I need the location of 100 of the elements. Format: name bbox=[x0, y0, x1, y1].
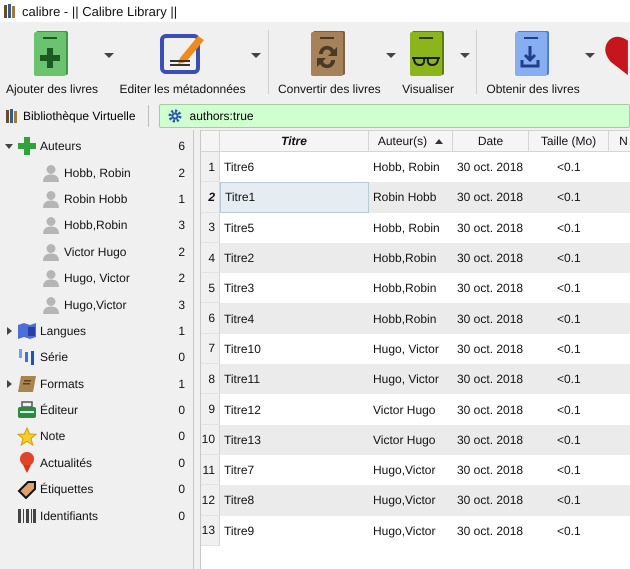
item-count: 2 bbox=[178, 166, 185, 180]
sidebar-item[interactable]: Hugo,Victor 3 bbox=[0, 291, 193, 318]
person-icon bbox=[42, 216, 60, 234]
row-number: 13 bbox=[201, 516, 220, 546]
item-count: 0 bbox=[178, 429, 185, 444]
table-cell-text: <0.1 bbox=[556, 220, 582, 237]
column-header[interactable]: Titre bbox=[220, 131, 369, 151]
sidebar-item[interactable]: Actualités 0 bbox=[0, 450, 193, 476]
sidebar-item[interactable]: Série 0 bbox=[0, 344, 193, 371]
book-glasses-icon bbox=[410, 30, 446, 76]
category-label: Étiquettes bbox=[40, 482, 94, 496]
item-count: 1 bbox=[178, 324, 185, 338]
table-cell-text: Titre11 bbox=[223, 371, 262, 388]
row-number: 2 bbox=[201, 182, 220, 213]
sidebar-item[interactable]: Étiquettes 0 bbox=[0, 476, 193, 502]
collapsed-arrow-icon[interactable] bbox=[6, 326, 12, 335]
sidebar-item[interactable]: Formats 1 bbox=[0, 370, 193, 397]
toolbar-button[interactable]: Visualiser bbox=[398, 22, 458, 102]
table-cell-text: 30 oct. 2018 bbox=[456, 159, 524, 176]
person-icon bbox=[42, 164, 60, 182]
row-number: 12 bbox=[201, 485, 220, 516]
caret-icon[interactable] bbox=[460, 52, 470, 58]
item-count: 2 bbox=[178, 244, 185, 259]
sidebar-item[interactable]: Éditeur 0 bbox=[0, 396, 193, 424]
table-cell-text: <0.1 bbox=[556, 371, 582, 388]
sidebar-item[interactable]: Note 0 bbox=[0, 423, 193, 450]
item-count: 0 bbox=[178, 508, 185, 523]
book-icon bbox=[17, 374, 37, 393]
caret-icon[interactable] bbox=[104, 52, 114, 58]
table-cell-text: Titre9 bbox=[223, 522, 256, 540]
table-cell-text: Robin Hobb bbox=[372, 189, 438, 206]
table-cell-text: Titre2 bbox=[223, 250, 256, 268]
books-icon bbox=[6, 109, 18, 123]
sidebar-item[interactable]: Hobb, Robin 2 bbox=[0, 159, 193, 186]
column-header[interactable]: N bbox=[609, 131, 630, 151]
person-icon bbox=[42, 269, 60, 288]
collapsed-arrow-icon[interactable] bbox=[6, 380, 12, 388]
category-label: Éditeur bbox=[40, 403, 80, 418]
toolbar-button[interactable]: Convertir des livres bbox=[274, 22, 385, 102]
sidebar-item[interactable]: Auteurs 6 bbox=[0, 133, 193, 160]
sidebar-item[interactable]: Langues 1 bbox=[0, 318, 193, 344]
row-number: 11 bbox=[201, 454, 220, 486]
bars-icon bbox=[18, 348, 36, 366]
toolbar-button[interactable]: Editer les métadonnées bbox=[116, 22, 250, 102]
sidebar-item[interactable]: Hobb,Robin 3 bbox=[0, 212, 193, 239]
caret-icon[interactable] bbox=[251, 52, 262, 58]
item-count: 0 bbox=[178, 456, 185, 470]
caret-icon[interactable] bbox=[585, 52, 596, 58]
sidebar-item[interactable]: Identifiants 0 bbox=[0, 502, 193, 529]
table-cell-text: Hobb, Robin bbox=[372, 220, 441, 237]
item-count: 0 bbox=[178, 482, 185, 496]
category-label: Identifiants bbox=[40, 508, 100, 523]
table-cell-text: 30 oct. 2018 bbox=[456, 462, 524, 480]
table-cell-text: 30 oct. 2018 bbox=[456, 340, 524, 358]
table-cell-text: 30 oct. 2018 bbox=[456, 432, 524, 449]
table-cell-text: <0.1 bbox=[556, 280, 582, 298]
row-number: 9 bbox=[201, 394, 220, 425]
sidebar-item[interactable]: Robin Hobb 1 bbox=[0, 186, 193, 212]
toolbar-button[interactable]: Ajouter des livres bbox=[2, 22, 102, 102]
books-icon bbox=[4, 4, 16, 18]
author-label: Hobb, Robin bbox=[64, 166, 132, 180]
column-header[interactable]: Auteur(s) bbox=[369, 131, 453, 151]
author-label: Hobb,Robin bbox=[64, 218, 128, 232]
table-cell-text: Victor Hugo bbox=[372, 432, 436, 449]
expanded-arrow-icon[interactable] bbox=[5, 144, 13, 149]
row-number: 7 bbox=[201, 334, 220, 364]
row-number: 3 bbox=[201, 212, 220, 243]
table-cell-text: Titre12 bbox=[223, 402, 262, 419]
book-download-icon bbox=[515, 30, 552, 76]
table-cell-text: <0.1 bbox=[556, 492, 582, 510]
table-cell-text: Titre10 bbox=[223, 340, 262, 358]
sidebar-item[interactable]: Victor Hugo 2 bbox=[0, 238, 193, 265]
table-cell-text: Titre13 bbox=[223, 432, 262, 449]
author-label: Robin Hobb bbox=[64, 192, 128, 206]
table-cell-text: Hobb,Robin bbox=[372, 310, 438, 328]
plus-icon bbox=[17, 136, 37, 156]
toolbar-button[interactable]: Obtenir des livres bbox=[482, 22, 584, 102]
table-cell-text: Titre8 bbox=[223, 492, 256, 510]
author-label: Victor Hugo bbox=[64, 244, 128, 259]
row-number: 1 bbox=[201, 152, 220, 182]
table-cell-text: Hobb, Robin bbox=[372, 159, 441, 176]
tag-icon bbox=[17, 479, 37, 500]
virtual-library-button[interactable]: Bibliothèque Virtuelle bbox=[4, 107, 138, 125]
table-cell-text: Hugo,Victor bbox=[372, 462, 436, 480]
table-cell-text: Hugo, Victor bbox=[372, 340, 440, 358]
table-cell-text: 30 oct. 2018 bbox=[456, 220, 524, 237]
column-header[interactable]: Taille (Mo) bbox=[529, 131, 609, 151]
table-cell-text: Titre7 bbox=[223, 462, 256, 480]
person-icon bbox=[42, 242, 60, 261]
item-count: 2 bbox=[178, 271, 185, 286]
table-cell-text: Hugo,Victor bbox=[372, 492, 436, 510]
table-cell-text: <0.1 bbox=[556, 432, 582, 449]
column-header[interactable]: Date bbox=[453, 131, 529, 151]
author-label: Hugo, Victor bbox=[64, 271, 131, 286]
row-number: 4 bbox=[201, 242, 220, 274]
sidebar-item[interactable]: Hugo, Victor 2 bbox=[0, 264, 193, 292]
item-count: 1 bbox=[178, 192, 185, 206]
row-number: 8 bbox=[201, 364, 220, 394]
search-field[interactable]: authors:true bbox=[158, 104, 630, 128]
caret-icon[interactable] bbox=[386, 52, 396, 58]
